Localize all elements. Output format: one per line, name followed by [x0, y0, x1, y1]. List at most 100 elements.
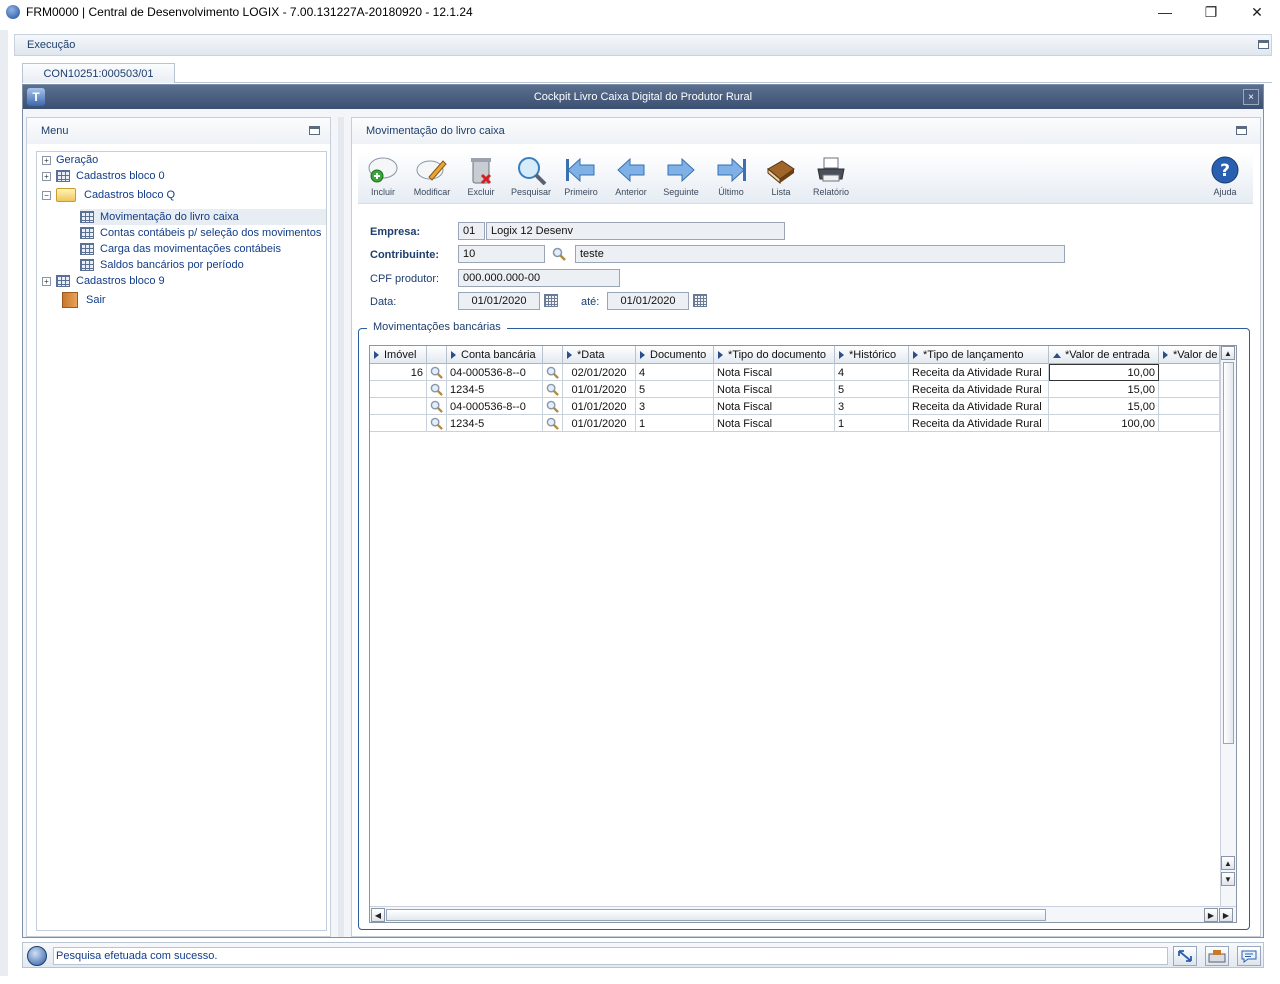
ultimo-button[interactable]: Último [706, 154, 756, 202]
column-header-valor-saida[interactable]: *Valor de [1159, 346, 1220, 364]
content-minimize-icon[interactable] [1236, 126, 1247, 135]
imovel-lookup-icon[interactable] [427, 381, 447, 398]
scroll-right-button[interactable]: ▶ [1204, 908, 1218, 922]
status-orb-icon[interactable] [27, 946, 47, 966]
grid-vertical-scrollbar[interactable]: ▲ ▲ ▼ [1220, 346, 1236, 906]
column-marker-icon [839, 351, 844, 359]
excluir-button[interactable]: Excluir [456, 154, 506, 202]
modificar-button[interactable]: Modificar [407, 154, 457, 202]
execution-minimize-icon[interactable] [1258, 40, 1269, 49]
column-header-documento[interactable]: Documento [636, 346, 714, 364]
table-row[interactable]: 04-000536-8--0 01/01/2020 3 Nota Fiscal … [370, 398, 1220, 415]
imovel-lookup-icon[interactable] [427, 364, 447, 381]
contribuinte-code-field[interactable]: 10 [458, 245, 545, 263]
primeiro-button[interactable]: Primeiro [556, 154, 606, 202]
column-header-imovel[interactable]: Imóvel [370, 346, 427, 364]
left-collapse-strip[interactable] [0, 30, 8, 976]
scroll-up-button[interactable]: ▲ [1221, 346, 1235, 360]
tree-item-saldos-bancarios[interactable]: Saldos bancários por período [80, 257, 244, 273]
column-header-historico[interactable]: *Histórico [835, 346, 909, 364]
tree-item-geracao[interactable]: + Geração [42, 152, 98, 168]
column-header-lookup [543, 346, 563, 364]
scroll-up-button[interactable]: ▲ [1221, 856, 1235, 870]
scroll-right-button[interactable]: ▶ [1219, 908, 1233, 922]
table-row[interactable]: 1234-5 01/01/2020 5 Nota Fiscal 5 Receit… [370, 381, 1220, 398]
tree-item-cadastros-bloco-0[interactable]: + Cadastros bloco 0 [42, 168, 165, 184]
app-icon [6, 5, 20, 19]
column-header-valor-entrada[interactable]: *Valor de entrada [1049, 346, 1159, 364]
conta-lookup-icon[interactable] [543, 415, 563, 432]
tree-item-carga-movimentacoes[interactable]: Carga das movimentações contábeis [80, 241, 281, 257]
cockpit-titlebar: T Cockpit Livro Caixa Digital do Produto… [23, 85, 1263, 109]
tree-item-label: Carga das movimentações contábeis [100, 243, 281, 255]
grid-horizontal-scrollbar[interactable]: ◀ ▶ ▶ [370, 906, 1236, 922]
seguinte-button[interactable]: Seguinte [656, 154, 706, 202]
empresa-code-field[interactable]: 01 [458, 222, 485, 240]
data-from-field[interactable]: 01/01/2020 [458, 292, 540, 310]
panel-splitter[interactable] [338, 117, 344, 937]
cockpit-title: Cockpit Livro Caixa Digital do Produtor … [533, 91, 753, 103]
folder-open-icon [56, 188, 76, 202]
tree-item-label: Sair [86, 294, 106, 306]
expand-plus-icon[interactable]: + [42, 155, 51, 165]
menu-panel-header: Menu [27, 118, 330, 144]
minimize-button[interactable]: — [1142, 0, 1188, 24]
tree-item-label: Cadastros bloco 0 [76, 170, 165, 182]
relatorio-button[interactable]: Relatório [806, 154, 856, 202]
vertical-scroll-thumb[interactable] [1223, 362, 1234, 744]
imovel-lookup-icon[interactable] [427, 398, 447, 415]
contribuinte-lookup-icon[interactable] [552, 247, 566, 261]
calendar-icon[interactable] [544, 294, 558, 307]
cpf-field[interactable]: 000.000.000-00 [458, 269, 620, 287]
menu-minimize-icon[interactable] [309, 126, 320, 135]
ajuda-button[interactable]: ? Ajuda [1200, 154, 1250, 202]
expand-plus-icon[interactable]: + [42, 171, 51, 181]
window-controls: — ❐ ✕ [1142, 0, 1280, 24]
expand-plus-icon[interactable]: + [42, 276, 51, 286]
maximize-button[interactable]: ❐ [1188, 0, 1234, 24]
tree-item-sair[interactable]: Sair [62, 291, 106, 309]
incluir-button[interactable]: Incluir [358, 154, 408, 202]
column-header-conta-bancaria[interactable]: Conta bancária [447, 346, 543, 364]
execution-label[interactable]: Execução [27, 39, 75, 51]
resize-arrow-icon[interactable] [1173, 946, 1197, 966]
collapse-minus-icon[interactable]: − [42, 190, 51, 200]
tree-item-movimentacao-livro-caixa[interactable]: Movimentação do livro caixa [80, 209, 326, 225]
tree-item-contas-contabeis[interactable]: Contas contábeis p/ seleção dos moviment… [80, 225, 321, 241]
keyboard-icon[interactable] [1205, 946, 1229, 966]
group-title: Movimentações bancárias [367, 321, 507, 333]
cockpit-close-button[interactable]: × [1243, 89, 1259, 105]
tree-item-cadastros-bloco-9[interactable]: + Cadastros bloco 9 [42, 273, 165, 289]
printer-icon [813, 154, 849, 186]
conta-lookup-icon[interactable] [543, 364, 563, 381]
data-to-field[interactable]: 01/01/2020 [607, 292, 689, 310]
table-icon [56, 170, 70, 182]
table-icon [80, 211, 94, 223]
menu-tree: + Geração + Cadastros bloco 0 − Cadastro… [36, 151, 327, 931]
data-label: Data: [370, 296, 397, 308]
tree-item-cadastros-bloco-q[interactable]: − Cadastros bloco Q [42, 186, 175, 204]
movimentacoes-bancarias-group: Movimentações bancárias Imóvel Conta ban… [358, 321, 1250, 930]
conta-lookup-icon[interactable] [543, 381, 563, 398]
imovel-lookup-icon[interactable] [427, 415, 447, 432]
chat-icon[interactable] [1237, 946, 1261, 966]
table-row[interactable]: 1234-5 01/01/2020 1 Nota Fiscal 1 Receit… [370, 415, 1220, 432]
anterior-button[interactable]: Anterior [606, 154, 656, 202]
column-header-tipo-lancamento[interactable]: *Tipo de lançamento [909, 346, 1049, 364]
column-marker-icon [640, 351, 645, 359]
calendar-icon[interactable] [693, 294, 707, 307]
close-window-button[interactable]: ✕ [1234, 0, 1280, 24]
table-row[interactable]: 16 04-000536-8--0 02/01/2020 4 Nota Fisc… [370, 364, 1220, 381]
conta-lookup-icon[interactable] [543, 398, 563, 415]
scroll-left-button[interactable]: ◀ [371, 908, 385, 922]
menu-panel: Menu + Geração + Cadastros bloco 0 − Cad… [26, 117, 331, 937]
column-header-data[interactable]: *Data [563, 346, 636, 364]
column-marker-icon [913, 351, 918, 359]
lista-button[interactable]: Lista [756, 154, 806, 202]
scroll-down-button[interactable]: ▼ [1221, 872, 1235, 886]
horizontal-scroll-thumb[interactable] [386, 909, 1046, 921]
pesquisar-button[interactable]: Pesquisar [506, 154, 556, 202]
window-titlebar: FRM0000 | Central de Desenvolvimento LOG… [0, 0, 1280, 24]
column-header-tipo-documento[interactable]: *Tipo do documento [714, 346, 835, 364]
tab-con10251[interactable]: CON10251:000503/01 [22, 63, 175, 83]
